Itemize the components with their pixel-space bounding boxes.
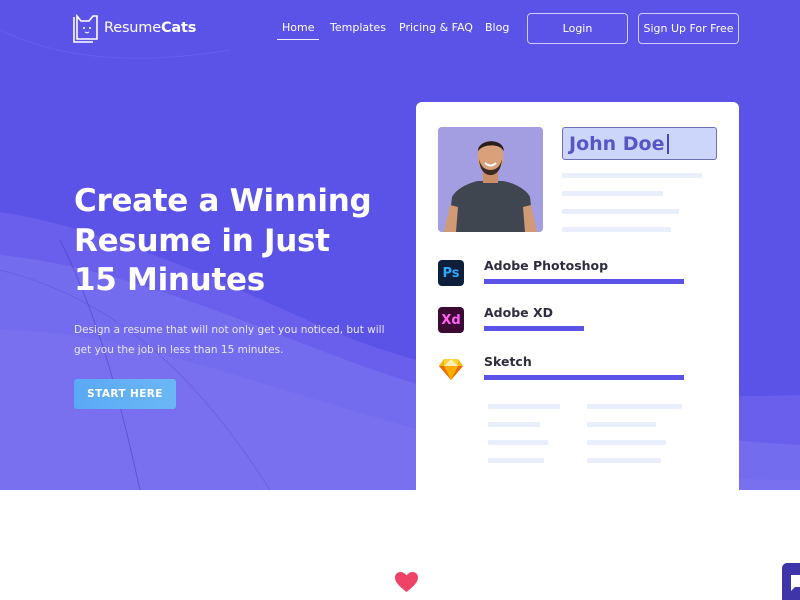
placeholder-line bbox=[587, 458, 661, 463]
skill-level-track bbox=[484, 326, 684, 331]
placeholder-line bbox=[562, 227, 671, 232]
hero-title-line-2: Resume in Just bbox=[74, 222, 330, 259]
skill-level-track bbox=[484, 375, 684, 380]
placeholder-line bbox=[488, 440, 548, 445]
skill-level-track bbox=[484, 279, 684, 284]
heart-icon bbox=[394, 571, 419, 593]
name-input[interactable]: John Doe bbox=[562, 127, 717, 160]
resume-preview-card: John Doe Ps Adobe Photoshop Xd Adobe XD bbox=[416, 102, 739, 502]
skill-level-bar bbox=[484, 375, 684, 380]
placeholder-line bbox=[587, 440, 666, 445]
name-input-value: John Doe bbox=[569, 132, 665, 155]
hero-title: Create a Winning Resume in Just 15 Minut… bbox=[74, 182, 404, 301]
sketch-icon bbox=[438, 356, 464, 382]
signup-button[interactable]: Sign Up For Free bbox=[638, 13, 739, 44]
placeholder-line bbox=[562, 209, 679, 214]
hero-title-line-1: Create a Winning bbox=[74, 183, 372, 219]
nav-home[interactable]: Home bbox=[276, 21, 321, 40]
skill-row: Xd Adobe XD bbox=[438, 305, 728, 345]
profile-photo bbox=[438, 127, 543, 232]
login-button[interactable]: Login bbox=[527, 13, 628, 44]
start-here-button[interactable]: START HERE bbox=[74, 379, 176, 409]
placeholder-line bbox=[587, 422, 656, 427]
nav-blog[interactable]: Blog bbox=[485, 21, 509, 34]
photoshop-icon: Ps bbox=[438, 260, 464, 286]
placeholder-line bbox=[562, 173, 702, 178]
chat-button[interactable] bbox=[782, 563, 800, 600]
placeholder-line bbox=[587, 404, 682, 409]
skill-row: Sketch bbox=[438, 354, 728, 394]
skill-level-bar bbox=[484, 279, 684, 284]
chat-icon bbox=[791, 575, 800, 591]
skill-name: Adobe XD bbox=[484, 305, 554, 320]
skill-name: Sketch bbox=[484, 354, 532, 369]
skill-row: Ps Adobe Photoshop bbox=[438, 258, 728, 298]
nav-templates[interactable]: Templates bbox=[330, 21, 386, 34]
skill-level-bar bbox=[484, 326, 584, 331]
nav-pricing-faq[interactable]: Pricing & FAQ bbox=[399, 21, 473, 34]
skill-name: Adobe Photoshop bbox=[484, 258, 609, 273]
hero-title-line-3: 15 Minutes bbox=[74, 262, 265, 298]
placeholder-line bbox=[562, 191, 663, 196]
placeholder-line bbox=[488, 404, 560, 409]
adobe-xd-icon: Xd bbox=[438, 307, 464, 333]
placeholder-line bbox=[488, 422, 540, 427]
hero-subtitle: Design a resume that will not only get y… bbox=[74, 324, 385, 356]
placeholder-line bbox=[488, 458, 544, 463]
text-caret bbox=[666, 133, 670, 154]
